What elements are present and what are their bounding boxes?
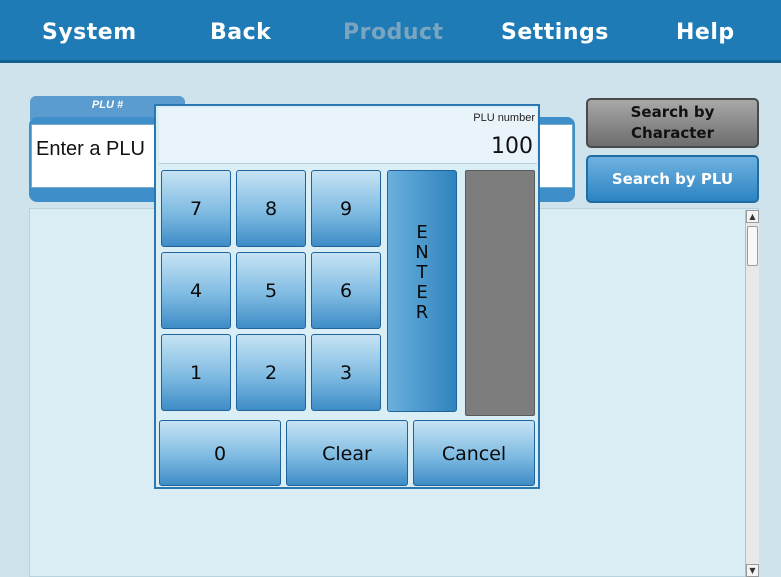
- menu-system[interactable]: System: [42, 20, 137, 45]
- enter-letter: E: [416, 282, 428, 303]
- search-by-character-label-1: Search by: [630, 103, 715, 121]
- key-7[interactable]: 7: [161, 170, 231, 247]
- enter-key[interactable]: E N T E R: [387, 170, 457, 412]
- search-by-character-label-2: Character: [631, 124, 714, 142]
- keypad-blank-panel: [465, 170, 535, 416]
- key-6[interactable]: 6: [311, 252, 381, 329]
- enter-letter: E: [416, 222, 428, 243]
- scroll-down-icon[interactable]: ▼: [746, 564, 759, 577]
- search-by-plu-button[interactable]: Search by PLU: [586, 155, 759, 203]
- key-5[interactable]: 5: [236, 252, 306, 329]
- menu-bar: System Back Product Settings Help: [0, 0, 781, 63]
- key-8[interactable]: 8: [236, 170, 306, 247]
- menu-settings[interactable]: Settings: [501, 20, 609, 45]
- list-scrollbar[interactable]: ▲ ▼: [745, 210, 759, 577]
- key-9[interactable]: 9: [311, 170, 381, 247]
- plu-keypad-dialog: PLU number 100 7 8 9 4 5 6 1 2 3 E N T E…: [154, 104, 540, 489]
- keypad-display-value: 100: [491, 134, 533, 159]
- clear-button[interactable]: Clear: [286, 420, 408, 486]
- scroll-up-icon[interactable]: ▲: [746, 210, 759, 223]
- key-2[interactable]: 2: [236, 334, 306, 411]
- keypad-display: PLU number 100: [159, 108, 537, 164]
- key-1[interactable]: 1: [161, 334, 231, 411]
- menu-product[interactable]: Product: [343, 20, 444, 45]
- enter-letter: R: [415, 302, 429, 323]
- key-0[interactable]: 0: [159, 420, 281, 486]
- key-3[interactable]: 3: [311, 334, 381, 411]
- keypad-display-label: PLU number: [473, 112, 535, 124]
- enter-letter: N: [415, 242, 429, 263]
- menu-help[interactable]: Help: [676, 20, 735, 45]
- search-by-character-button[interactable]: Search by Character: [586, 98, 759, 148]
- menu-back[interactable]: Back: [210, 20, 271, 45]
- enter-letter: T: [416, 262, 428, 283]
- scroll-thumb[interactable]: [747, 226, 758, 266]
- cancel-button[interactable]: Cancel: [413, 420, 535, 486]
- key-4[interactable]: 4: [161, 252, 231, 329]
